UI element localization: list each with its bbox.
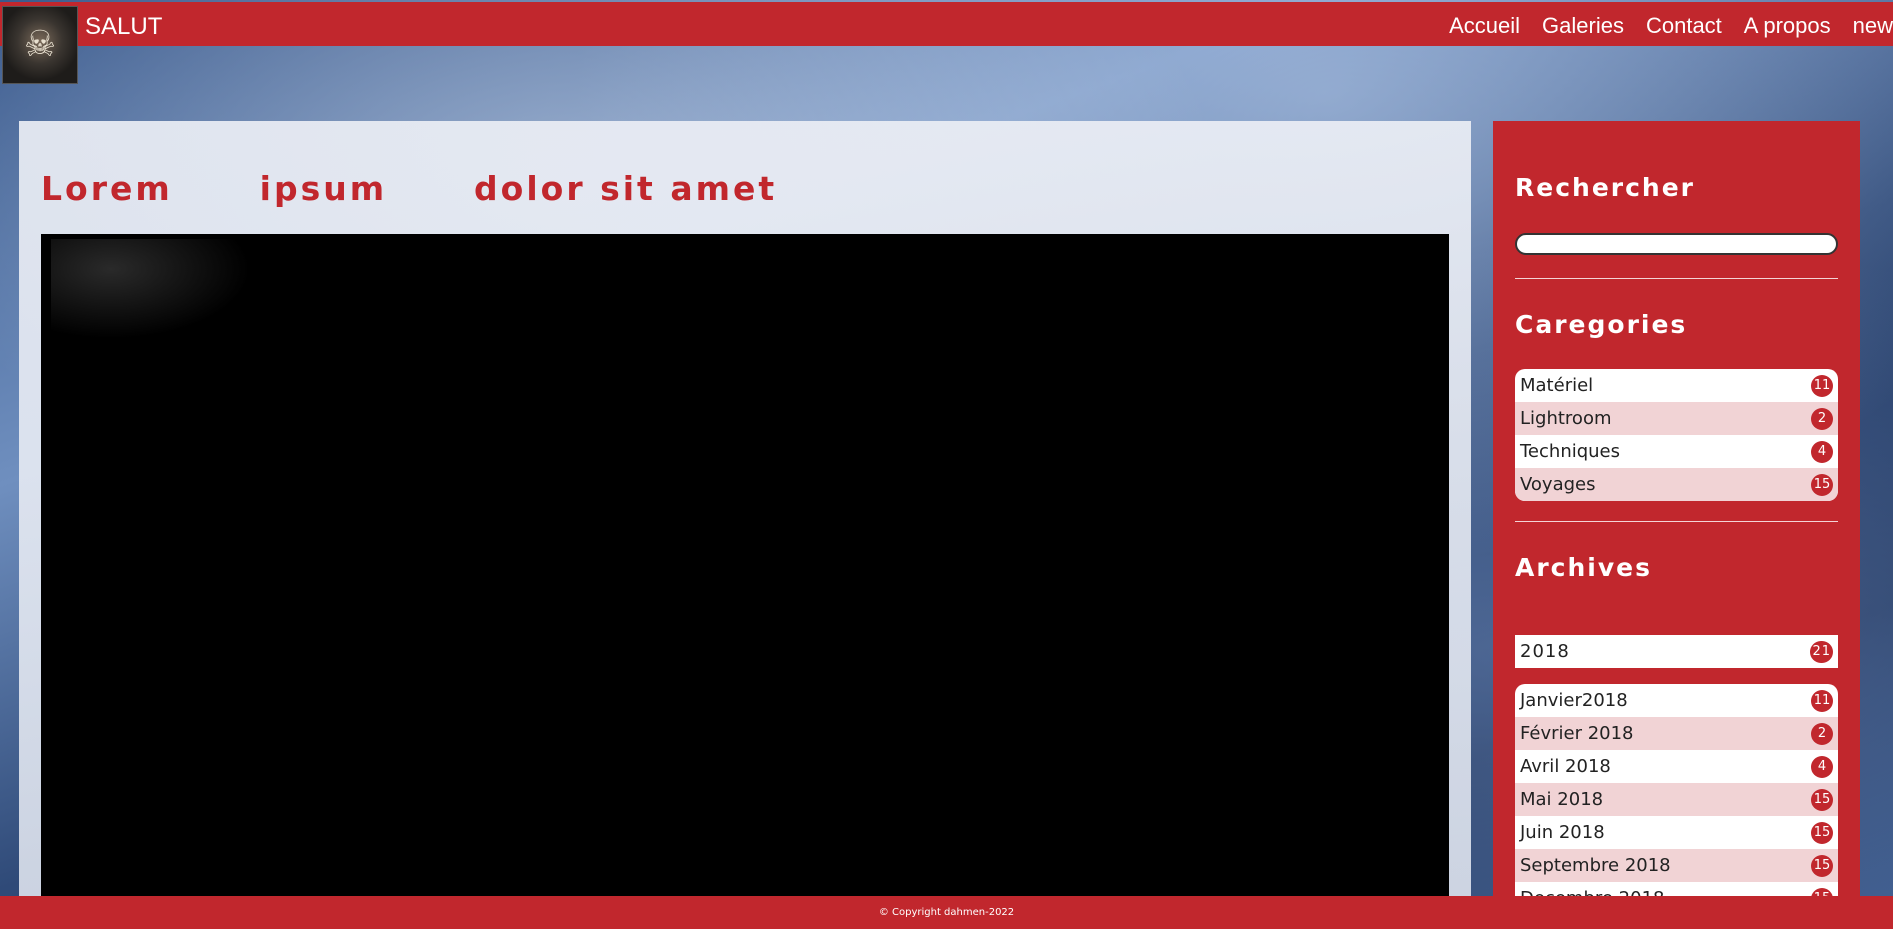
main-nav: Accueil Galeries Contact A propos new [1449,13,1893,39]
post-title: Lorem ipsum dolor sit amet [41,169,778,208]
category-label: Matériel [1520,375,1594,396]
archive-label: Janvier2018 [1520,690,1628,711]
archive-label: Février 2018 [1520,723,1634,744]
count-badge: 11 [1811,689,1833,712]
count-badge: 15 [1811,821,1833,844]
count-badge: 21 [1810,640,1833,663]
category-item-techniques[interactable]: Techniques 4 [1515,435,1838,468]
sidebar: Rechercher Caregories Matériel 11 Lightro… [1493,121,1860,901]
image-highlight [51,239,251,339]
nav-new[interactable]: new [1853,13,1893,39]
archive-label: Avril 2018 [1520,756,1611,777]
category-label: Lightroom [1520,408,1612,429]
search-input[interactable] [1515,233,1838,255]
archive-item[interactable]: Septembre 2018 15 [1515,849,1838,882]
category-item-materiel[interactable]: Matériel 11 [1515,369,1838,402]
archive-label: Juin 2018 [1520,822,1605,843]
archives-list: Janvier2018 11 Février 2018 2 Avril 2018 4 … [1515,684,1838,901]
search-heading: Rechercher [1515,173,1696,202]
count-badge: 15 [1811,854,1833,877]
divider [1515,521,1838,522]
skull-logo-icon[interactable]: ☠ [2,6,78,84]
year-label: 2018 [1520,641,1570,662]
archive-item[interactable]: Avril 2018 4 [1515,750,1838,783]
archive-item[interactable]: Janvier2018 11 [1515,684,1838,717]
categories-heading: Caregories [1515,310,1688,339]
nav-contact[interactable]: Contact [1646,13,1722,39]
count-badge: 11 [1811,374,1833,397]
copyright-text: © Copyright dahmen-2022 [878,907,1015,918]
post-image [41,234,1449,901]
count-badge: 4 [1811,755,1833,778]
count-badge: 2 [1811,722,1833,745]
top-navbar: SALUT Accueil Galeries Contact A propos … [0,2,1893,46]
count-badge: 2 [1811,407,1833,430]
archive-year-2018[interactable]: 2018 21 [1515,635,1838,668]
archive-item[interactable]: Février 2018 2 [1515,717,1838,750]
divider [1515,278,1838,279]
categories-list: Matériel 11 Lightroom 2 Techniques 4 Voyage… [1515,369,1838,501]
skull-icon: ☠ [23,24,57,65]
category-label: Techniques [1520,441,1621,462]
archive-item[interactable]: Mai 2018 15 [1515,783,1838,816]
nav-a-propos[interactable]: A propos [1744,13,1831,39]
nav-galeries[interactable]: Galeries [1542,13,1624,39]
archive-label: Septembre 2018 [1520,855,1671,876]
archives-heading: Archives [1515,553,1652,582]
archive-label: Mai 2018 [1520,789,1604,810]
count-badge: 4 [1811,440,1833,463]
nav-accueil[interactable]: Accueil [1449,13,1520,39]
archive-item[interactable]: Juin 2018 15 [1515,816,1838,849]
category-item-lightroom[interactable]: Lightroom 2 [1515,402,1838,435]
footer: © Copyright dahmen-2022 [0,896,1893,929]
count-badge: 15 [1811,788,1833,811]
category-item-voyages[interactable]: Voyages 15 [1515,468,1838,501]
category-label: Voyages [1520,474,1596,495]
count-badge: 15 [1811,473,1833,496]
site-brand[interactable]: SALUT [85,13,162,41]
main-content: Lorem ipsum dolor sit amet [19,121,1471,901]
